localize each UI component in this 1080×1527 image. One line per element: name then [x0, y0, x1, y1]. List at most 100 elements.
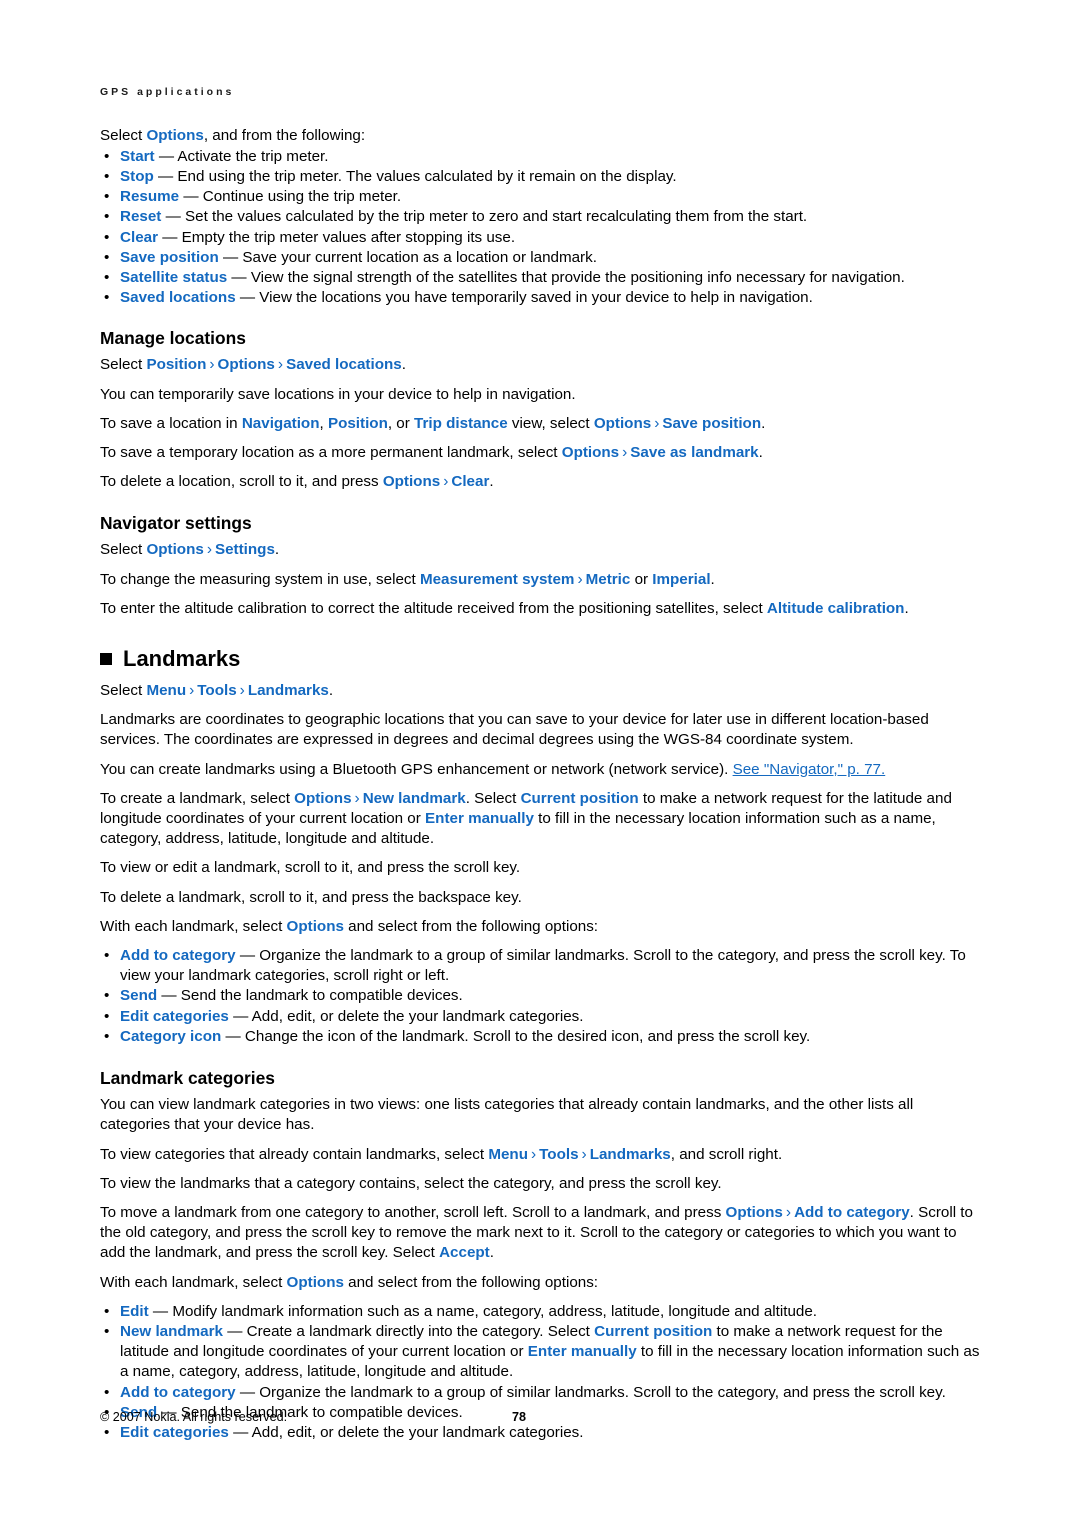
bullet-dot-icon: • [104, 1383, 110, 1401]
bullet-dot-icon: • [104, 947, 110, 965]
list-item: • Add to category — Organize the landmark… [100, 946, 986, 986]
chevron-right-icon: › [622, 444, 628, 462]
text-run: , and from the following: [203, 126, 366, 144]
text-run: — Continue using the trip meter. [179, 188, 402, 206]
cross-reference-link[interactable]: See "Navigator," p. 77. [733, 761, 886, 778]
ui-term: Altitude calibration [766, 599, 905, 617]
ui-term: Options [593, 414, 652, 432]
paragraph: To delete a landmark, scroll to it, and … [100, 888, 986, 908]
ui-term: Category icon [120, 1027, 222, 1045]
text-run: Select [100, 126, 147, 144]
intro-lead-paragraph: Select Options, and from the following: [100, 126, 986, 146]
ui-term: Trip distance [414, 414, 508, 432]
ui-term: Start [120, 147, 155, 165]
list-item: • Resume — Continue using the trip meter. [100, 187, 986, 207]
chevron-right-icon: › [354, 789, 360, 807]
ui-term: Position [146, 356, 207, 374]
ui-term: Options [725, 1203, 783, 1221]
navigator-settings-body: Select Options › Settings. To change the me… [100, 540, 986, 619]
ui-term: New landmark [120, 1322, 223, 1340]
ui-term: New landmark [362, 789, 466, 807]
paragraph: To save a temporary location as a more p… [100, 443, 986, 463]
text-run: — Organize the landmark to a group of si… [235, 1383, 946, 1401]
paragraph: You can create landmarks using a Bluetoo… [100, 760, 986, 780]
bullet-dot-icon: • [104, 147, 110, 165]
text-run: , or [387, 414, 415, 432]
text-run: To view the landmarks that a category co… [100, 1174, 722, 1192]
ui-term: Add to category [120, 947, 236, 965]
paragraph: To move a landmark from one category to … [100, 1203, 986, 1264]
text-run: — Add, edit, or delete the your landmark… [228, 1007, 584, 1025]
chevron-right-icon: › [239, 682, 245, 700]
ui-term: Add to category [794, 1203, 910, 1221]
chevron-right-icon: › [530, 1145, 537, 1163]
text-run: With each landmark, select [100, 1273, 287, 1291]
chapter-heading-label: Landmarks [123, 646, 241, 672]
ui-term: Edit [120, 1302, 149, 1320]
text-run: You can temporarily save locations in yo… [100, 385, 576, 403]
list-item: • New landmark — Create a landmark direct… [100, 1322, 986, 1383]
chevron-right-icon: › [654, 414, 660, 432]
text-run: and select from the following options: [343, 917, 599, 935]
list-item: • Edit categories — Add, edit, or delete … [100, 1007, 986, 1027]
text-run: . [758, 444, 763, 462]
paragraph: With each landmark, select Options and s… [100, 1273, 986, 1293]
bullet-dot-icon: • [104, 208, 110, 226]
ui-term: Options [286, 917, 344, 935]
bullet-dot-icon: • [104, 1322, 110, 1340]
chevron-right-icon: › [206, 541, 212, 559]
paragraph: Select Position › Options › Saved locations. [100, 355, 986, 375]
chevron-right-icon: › [577, 570, 583, 588]
text-run: . [710, 570, 715, 588]
list-item: • Edit — Modify landmark information such… [100, 1302, 986, 1322]
paragraph: To delete a location, scroll to it, and … [100, 472, 986, 492]
section-heading-navigator-settings: Navigator settings [100, 513, 252, 534]
ui-term: Reset [120, 208, 162, 226]
ui-term: Send [120, 987, 158, 1005]
ui-term: Metric [585, 570, 631, 588]
text-run: — Create a landmark directly into the ca… [222, 1322, 595, 1340]
ui-term: Accept [439, 1244, 490, 1262]
ui-term: Options [146, 541, 204, 559]
bullet-dot-icon: • [104, 228, 110, 246]
ui-term: Add to category [120, 1383, 236, 1401]
ui-term: Settings [214, 541, 275, 559]
text-run: To delete a location, scroll to it, and … [100, 473, 383, 491]
ui-term: Landmarks [247, 682, 329, 700]
chapter-heading-landmarks: Landmarks [100, 645, 986, 673]
landmarks-body: Select Menu › Tools › Landmarks. Landmarks ar… [100, 681, 986, 937]
paragraph: Select Options › Settings. [100, 540, 986, 560]
ui-term: Options [294, 789, 352, 807]
list-item: • Start — Activate the trip meter. [100, 147, 986, 167]
ui-term: Navigation [241, 414, 320, 432]
ui-term: Tools [539, 1145, 579, 1163]
paragraph: To save a location in Navigation, Positi… [100, 414, 986, 434]
text-run: — Empty the trip meter values after stop… [158, 228, 516, 246]
landmark-options-list: • Add to category — Organize the landmark… [100, 946, 986, 1047]
bullet-dot-icon: • [104, 987, 110, 1005]
bullet-dot-icon: • [104, 269, 110, 287]
text-run: . [401, 356, 406, 374]
text-run: To view categories that already contain … [100, 1145, 489, 1163]
page-content: GPS applications Select Options, and fro… [100, 86, 986, 1445]
paragraph: To create a landmark, select Options › New… [100, 789, 986, 850]
text-run: With each landmark, select [100, 917, 287, 935]
ui-term: Imperial [652, 570, 711, 588]
footer-page-number: 78 [511, 1410, 526, 1424]
paragraph: To enter the altitude calibration to cor… [100, 599, 986, 619]
list-item: • Clear — Empty the trip meter values aft… [100, 228, 986, 248]
text-run: To view or edit a landmark, scroll to it… [100, 859, 521, 877]
ui-term: Enter manually [527, 1343, 637, 1361]
paragraph: Select Menu › Tools › Landmarks. [100, 681, 986, 701]
chevron-right-icon: › [189, 682, 195, 700]
bullet-dot-icon: • [104, 1423, 110, 1441]
ui-term: Options [286, 1273, 344, 1291]
bullet-dot-icon: • [104, 1007, 110, 1025]
text-run: To move a landmark from one category to … [100, 1203, 726, 1221]
list-item: • Category icon — Change the icon of the … [100, 1027, 986, 1047]
ui-term: Position [327, 414, 388, 432]
text-run: You can create landmarks using a Bluetoo… [100, 760, 733, 778]
text-run: — Organize the landmark to a group of si… [120, 947, 966, 985]
text-run: To create a landmark, select [100, 789, 295, 807]
chevron-right-icon: › [581, 1145, 587, 1163]
